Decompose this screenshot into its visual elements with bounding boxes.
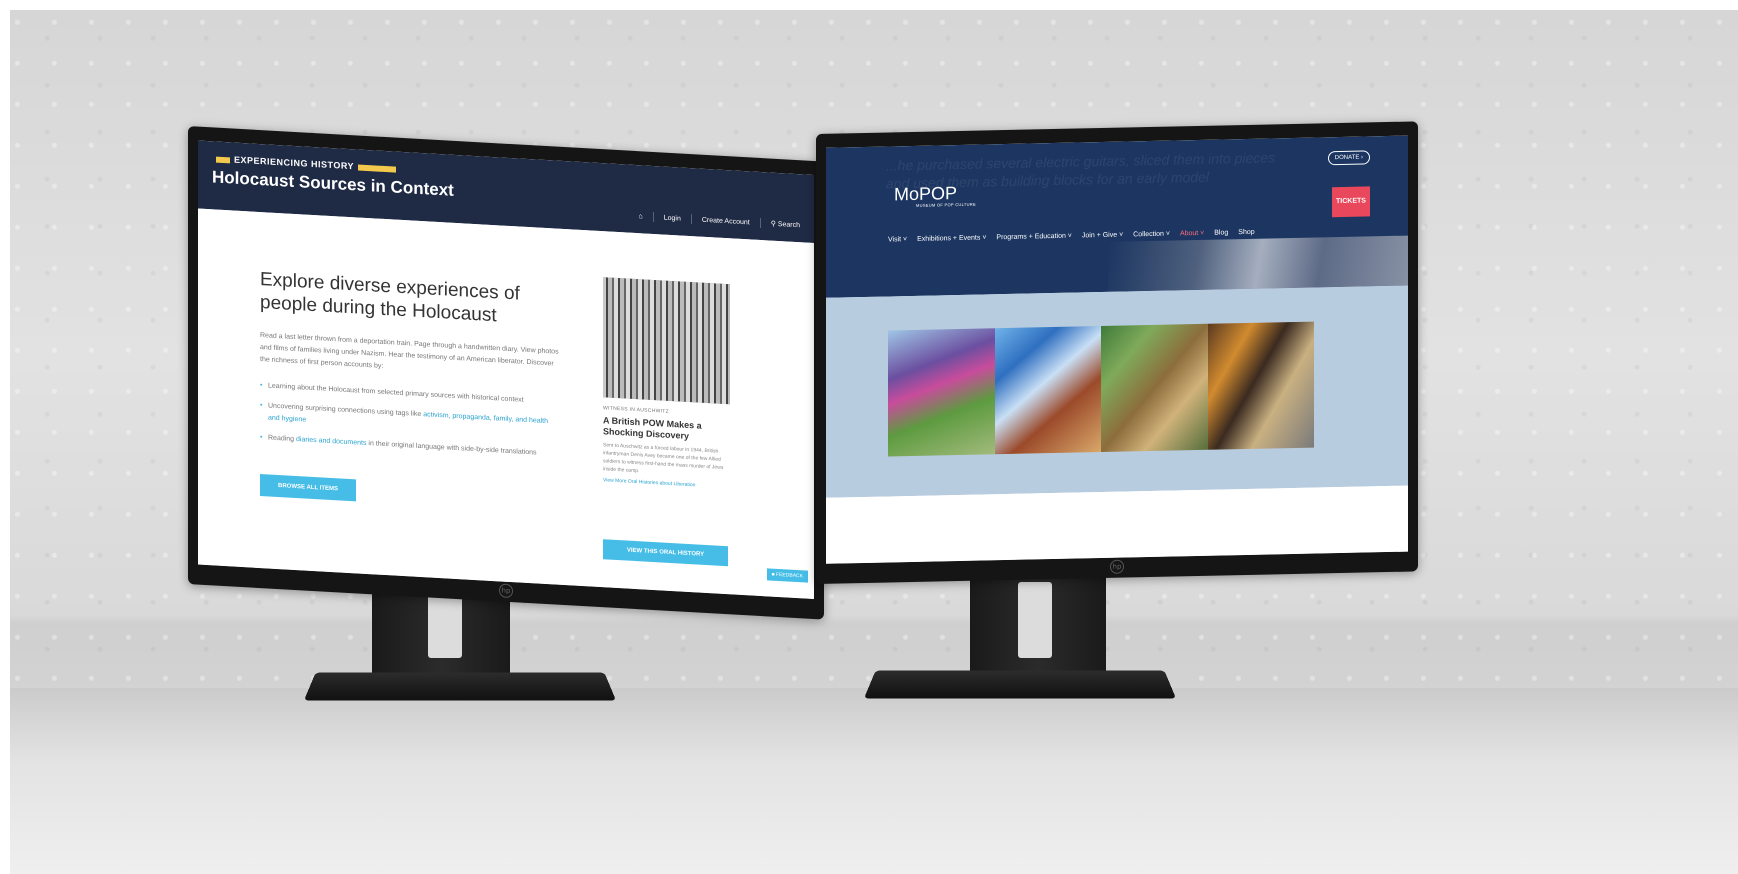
page-heading: Explore diverse experiences of people du… xyxy=(260,269,520,327)
top-nav: ⌂ Login Create Account ⚲ Search xyxy=(638,211,800,230)
list-text: in their original language with side-by-… xyxy=(366,439,537,457)
hp-logo-icon: hp xyxy=(499,583,513,599)
browse-all-button[interactable]: BROWSE ALL ITEMS xyxy=(260,474,356,502)
yellow-bar xyxy=(216,156,230,163)
comment-icon: ■ xyxy=(771,571,775,578)
doc-links[interactable]: diaries and documents xyxy=(296,436,366,447)
left-monitor-base xyxy=(303,672,617,701)
list-text: Learning about the Holocaust from select… xyxy=(268,382,524,404)
nav-visit[interactable]: Visit ˅ xyxy=(888,236,907,243)
museum-photo[interactable] xyxy=(888,328,995,457)
content-area xyxy=(826,485,1408,564)
search-link[interactable]: ⚲ Search xyxy=(771,220,800,230)
concrete-floor xyxy=(10,688,1738,874)
mopop-logo[interactable]: MoPOP MUSEUM OF POP CULTURE xyxy=(894,183,976,209)
feature-list: Learning about the Holocaust from select… xyxy=(260,380,560,469)
logo-text: MoPOP xyxy=(894,183,958,205)
featured-card: WITNESS IN AUSCHWITZ A British POW Makes… xyxy=(603,277,731,490)
feedback-label: FEEDBACK xyxy=(776,571,803,580)
divider xyxy=(690,214,692,225)
create-account-link[interactable]: Create Account xyxy=(702,216,750,226)
left-screen: EXPERIENCING HISTORY Holocaust Sources i… xyxy=(198,140,814,599)
nav-collection[interactable]: Collection ˅ xyxy=(1133,231,1170,239)
list-text: Reading xyxy=(268,434,297,444)
search-icon: ⚲ xyxy=(770,220,776,228)
nav-about[interactable]: About ˅ xyxy=(1180,230,1204,238)
divider xyxy=(652,211,654,223)
intro-text: Read a last letter thrown from a deporta… xyxy=(260,332,559,370)
view-oral-history-button[interactable]: VIEW THIS ORAL HISTORY xyxy=(603,539,728,567)
home-icon[interactable]: ⌂ xyxy=(638,213,642,220)
right-stand-cutout xyxy=(1018,582,1052,658)
museum-photo[interactable] xyxy=(994,326,1101,455)
logo-subtitle: MUSEUM OF POP CULTURE xyxy=(916,201,976,208)
main-content: Explore diverse experiences of people du… xyxy=(198,208,814,599)
museum-photo[interactable] xyxy=(1207,321,1314,450)
divider xyxy=(759,217,761,229)
left-monitor: EXPERIENCING HISTORY Holocaust Sources i… xyxy=(188,126,824,620)
site-title[interactable]: Holocaust Sources in Context xyxy=(212,167,454,201)
hp-logo-icon: hp xyxy=(1110,559,1124,574)
museum-photo[interactable] xyxy=(1101,323,1208,453)
nav-blog[interactable]: Blog xyxy=(1214,229,1228,236)
nav-shop[interactable]: Shop xyxy=(1238,229,1254,236)
nav-exhibitions[interactable]: Exhibitions + Events ˅ xyxy=(917,234,986,242)
search-label: Search xyxy=(777,220,800,230)
photo-scene: EXPERIENCING HISTORY Holocaust Sources i… xyxy=(10,10,1738,874)
photo-strip xyxy=(888,321,1314,457)
tickets-button[interactable]: TICKETS xyxy=(1332,186,1370,218)
right-monitor-base xyxy=(863,670,1177,699)
feedback-button[interactable]: ■ FEEDBACK xyxy=(766,568,808,583)
card-title[interactable]: A British POW Makes a Shocking Discovery xyxy=(603,415,731,444)
train-photo[interactable] xyxy=(603,277,730,405)
nav-join[interactable]: Join + Give ˅ xyxy=(1082,232,1123,240)
right-monitor: ...he purchased several electric guitars… xyxy=(816,121,1418,585)
yellow-bar xyxy=(358,164,397,173)
donate-button[interactable]: DONATE › xyxy=(1327,150,1370,166)
login-link[interactable]: Login xyxy=(664,214,681,222)
nav-programs[interactable]: Programs + Education ˅ xyxy=(996,233,1072,242)
mopop-header: ...he purchased several electric guitars… xyxy=(826,135,1408,298)
card-body: Sent to Auschwitz as a forced labour in … xyxy=(603,442,724,475)
right-screen: ...he purchased several electric guitars… xyxy=(826,135,1408,564)
